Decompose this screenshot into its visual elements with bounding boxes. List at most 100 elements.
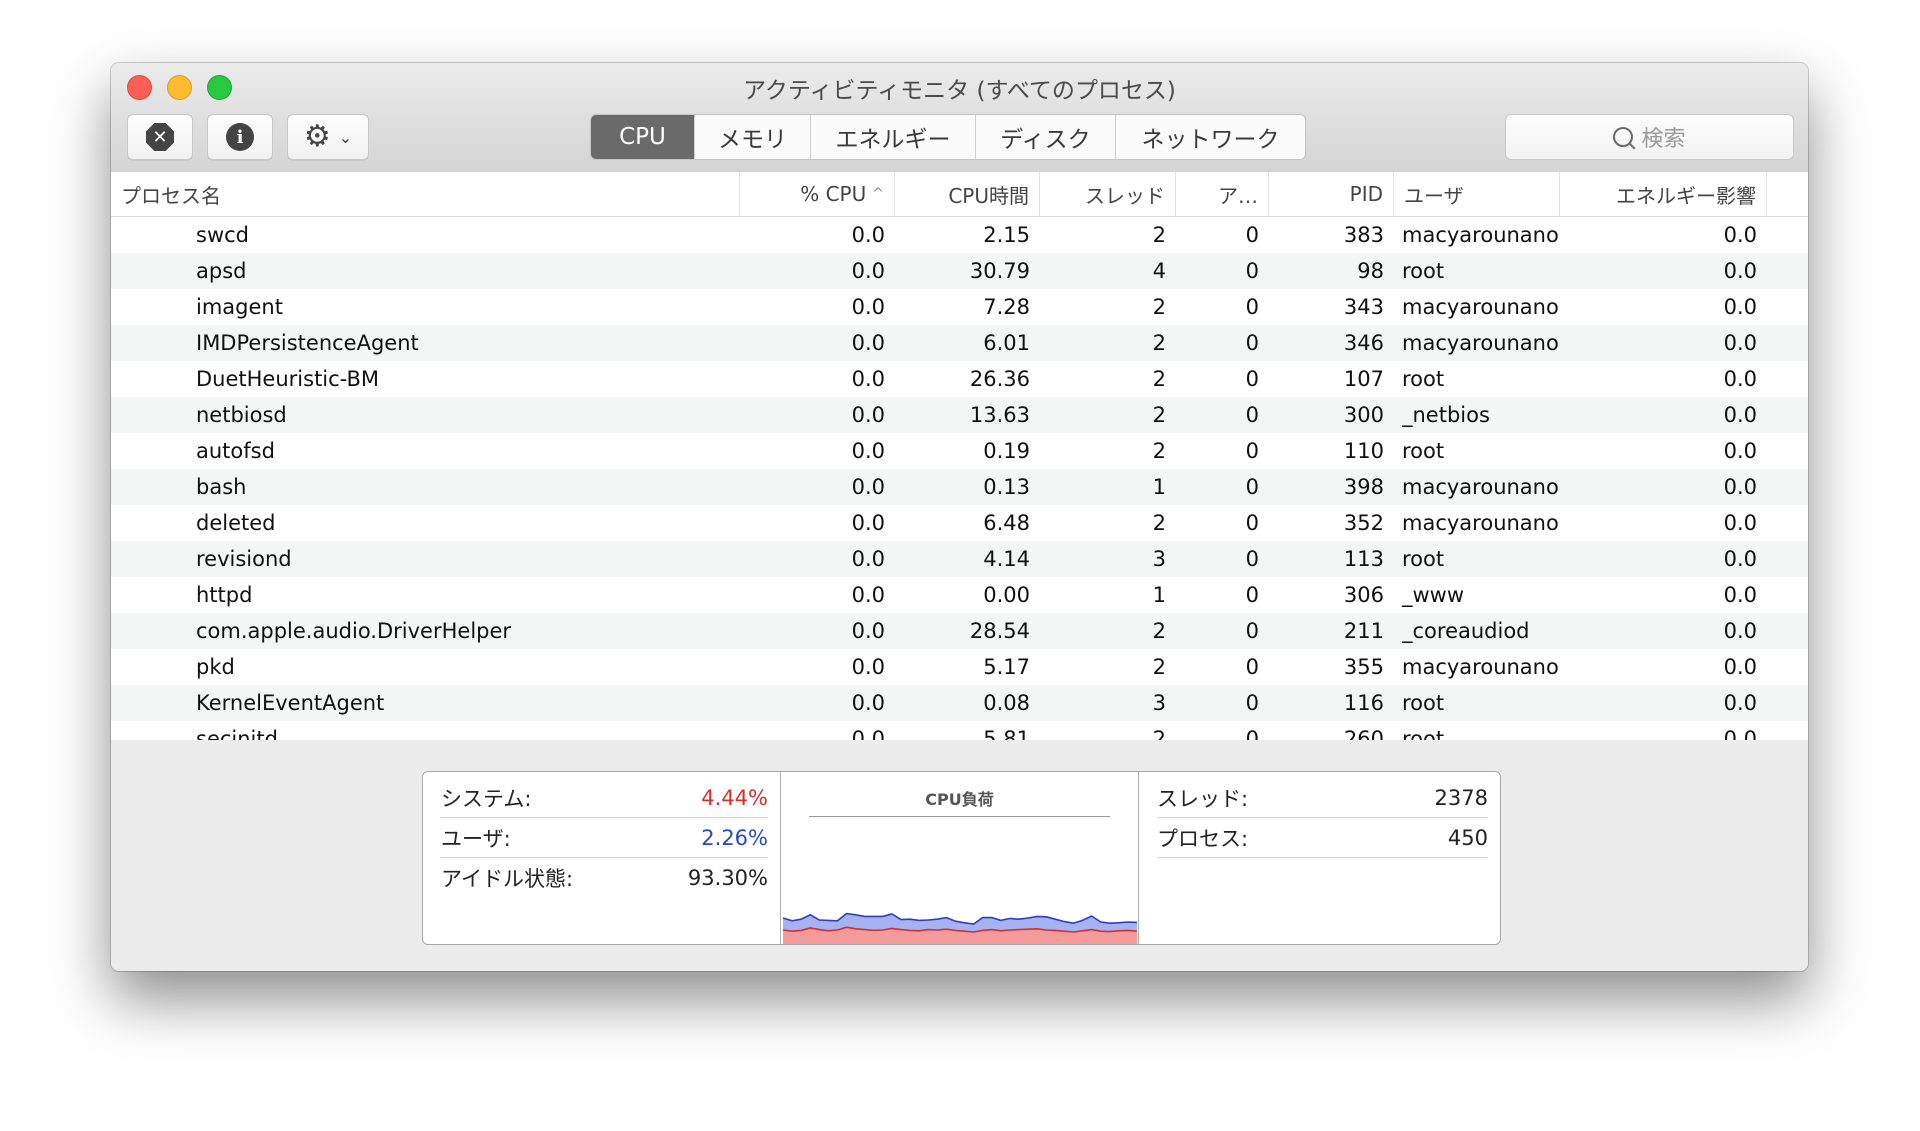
tab-energy[interactable]: エネルギー bbox=[810, 115, 975, 159]
cell-threads: 1 bbox=[1152, 475, 1166, 499]
info-icon: i bbox=[226, 123, 254, 151]
cell-energy-impact: 0.0 bbox=[1723, 547, 1757, 571]
table-row[interactable]: KernelEventAgent 0.0 0.08 3 0 116 root 0.0 bbox=[111, 685, 1808, 721]
table-row[interactable]: com.apple.audio.DriverHelper 0.0 28.54 2 0 21… bbox=[111, 613, 1808, 649]
cell-cpu-percent: 0.0 bbox=[851, 367, 885, 391]
cell-user: root bbox=[1402, 547, 1445, 571]
cpu-usage-panel: システム: 4.44% ユーザ: 2.26% アイドル状態: 93.30% bbox=[423, 772, 781, 944]
cell-energy-impact: 0.0 bbox=[1723, 583, 1757, 607]
table-row[interactable]: deleted 0.0 6.48 2 0 352 macyarounano 0.0 bbox=[111, 505, 1808, 541]
cell-cpu-percent: 0.0 bbox=[851, 619, 885, 643]
column-header-pid[interactable]: PID bbox=[1269, 172, 1394, 216]
cell-process-name: pkd bbox=[196, 655, 235, 679]
cell-cpu-time: 13.63 bbox=[969, 403, 1030, 427]
cell-pid: 110 bbox=[1343, 439, 1384, 463]
table-row[interactable]: secinitd 0.0 5.81 2 0 260 root 0.0 bbox=[111, 721, 1808, 742]
gear-icon: ⚙ bbox=[303, 119, 331, 154]
cell-threads: 2 bbox=[1152, 295, 1166, 319]
tab-cpu[interactable]: CPU bbox=[591, 115, 694, 159]
table-row[interactable]: bash 0.0 0.13 1 0 398 macyarounano 0.0 bbox=[111, 469, 1808, 505]
search-field[interactable]: 検索 bbox=[1505, 114, 1794, 160]
graph-divider bbox=[809, 816, 1110, 817]
cell-process-name: netbiosd bbox=[196, 403, 287, 427]
cell-pid: 398 bbox=[1343, 475, 1384, 499]
cell-threads: 2 bbox=[1152, 403, 1166, 427]
cell-threads: 2 bbox=[1152, 511, 1166, 535]
table-header: プロセス名 % CPU ^ CPU時間 スレッド ア… PID ユーザ エネルギ… bbox=[111, 172, 1808, 217]
category-tabs: CPU メモリ エネルギー ディスク ネットワーク bbox=[590, 114, 1306, 160]
cell-pid: 383 bbox=[1343, 223, 1384, 247]
table-row[interactable]: swcd 0.0 2.15 2 0 383 macyarounano 0.0 bbox=[111, 217, 1808, 253]
cell-cpu-time: 0.13 bbox=[983, 475, 1030, 499]
cell-pid: 300 bbox=[1343, 403, 1384, 427]
table-row[interactable]: IMDPersistenceAgent 0.0 6.01 2 0 346 macyaroun… bbox=[111, 325, 1808, 361]
inspect-process-button[interactable]: i bbox=[207, 114, 273, 160]
column-header-idle-wakeups[interactable]: ア… bbox=[1176, 172, 1269, 216]
tab-disk[interactable]: ディスク bbox=[975, 115, 1115, 159]
quit-process-button[interactable]: ✕ bbox=[127, 114, 193, 160]
action-menu-button[interactable]: ⚙ ⌄ bbox=[287, 114, 369, 160]
table-row[interactable]: imagent 0.0 7.28 2 0 343 macyarounano 0.0 bbox=[111, 289, 1808, 325]
cell-pid: 352 bbox=[1343, 511, 1384, 535]
search-placeholder: 検索 bbox=[1641, 127, 1686, 152]
cell-energy-impact: 0.0 bbox=[1723, 619, 1757, 643]
column-header-cpu-percent[interactable]: % CPU ^ bbox=[740, 172, 895, 216]
user-label: ユーザ: bbox=[441, 826, 511, 851]
cell-cpu-time: 4.14 bbox=[983, 547, 1030, 571]
cell-process-name: swcd bbox=[196, 223, 249, 247]
column-header-user[interactable]: ユーザ bbox=[1394, 172, 1560, 216]
cell-user: macyarounano bbox=[1402, 295, 1559, 319]
cell-user: macyarounano bbox=[1402, 475, 1559, 499]
search-icon bbox=[1613, 127, 1634, 147]
cell-pid: 343 bbox=[1343, 295, 1384, 319]
table-row[interactable]: netbiosd 0.0 13.63 2 0 300 _netbios 0.0 bbox=[111, 397, 1808, 433]
cell-cpu-percent: 0.0 bbox=[851, 403, 885, 427]
column-header-threads[interactable]: スレッド bbox=[1040, 172, 1176, 216]
cell-idle-wakeups: 0 bbox=[1245, 295, 1259, 319]
cell-energy-impact: 0.0 bbox=[1723, 223, 1757, 247]
table-row[interactable]: revisiond 0.0 4.14 3 0 113 root 0.0 bbox=[111, 541, 1808, 577]
table-row[interactable]: DuetHeuristic-BM 0.0 26.36 2 0 107 root 0.0 bbox=[111, 361, 1808, 397]
cell-user: macyarounano bbox=[1402, 511, 1559, 535]
cell-energy-impact: 0.0 bbox=[1723, 511, 1757, 535]
tab-memory[interactable]: メモリ bbox=[694, 115, 810, 159]
cell-cpu-time: 0.00 bbox=[983, 583, 1030, 607]
cell-threads: 2 bbox=[1152, 223, 1166, 247]
cell-cpu-time: 2.15 bbox=[983, 223, 1030, 247]
cell-user: _coreaudiod bbox=[1402, 619, 1530, 643]
cell-pid: 211 bbox=[1343, 619, 1384, 643]
cell-idle-wakeups: 0 bbox=[1245, 367, 1259, 391]
system-label: システム: bbox=[441, 786, 532, 811]
idle-row: アイドル状態: 93.30% bbox=[441, 858, 768, 897]
cell-pid: 107 bbox=[1343, 367, 1384, 391]
cell-user: macyarounano bbox=[1402, 655, 1559, 679]
cell-idle-wakeups: 0 bbox=[1245, 691, 1259, 715]
column-header-energy-impact[interactable]: エネルギー影響 bbox=[1560, 172, 1767, 216]
cell-cpu-percent: 0.0 bbox=[851, 511, 885, 535]
cell-energy-impact: 0.0 bbox=[1723, 691, 1757, 715]
table-row[interactable]: autofsd 0.0 0.19 2 0 110 root 0.0 bbox=[111, 433, 1808, 469]
cell-process-name: secinitd bbox=[196, 727, 278, 742]
table-row[interactable]: apsd 0.0 30.79 4 0 98 root 0.0 bbox=[111, 253, 1808, 289]
table-row[interactable]: httpd 0.0 0.00 1 0 306 _www 0.0 bbox=[111, 577, 1808, 613]
processes-value: 450 bbox=[1447, 825, 1488, 850]
cell-process-name: imagent bbox=[196, 295, 283, 319]
cell-user: root bbox=[1402, 259, 1445, 283]
threads-value: 2378 bbox=[1434, 785, 1488, 810]
column-header-cpu-time[interactable]: CPU時間 bbox=[895, 172, 1040, 216]
cell-user: root bbox=[1402, 439, 1445, 463]
cell-cpu-time: 6.01 bbox=[983, 331, 1030, 355]
cell-cpu-percent: 0.0 bbox=[851, 727, 885, 742]
cell-cpu-percent: 0.0 bbox=[851, 439, 885, 463]
cell-process-name: httpd bbox=[196, 583, 253, 607]
column-header-process-name[interactable]: プロセス名 bbox=[111, 172, 740, 216]
cell-process-name: revisiond bbox=[196, 547, 292, 571]
cell-energy-impact: 0.0 bbox=[1723, 727, 1757, 742]
cell-threads: 1 bbox=[1152, 583, 1166, 607]
cell-pid: 113 bbox=[1343, 547, 1384, 571]
cell-user: macyarounano bbox=[1402, 223, 1559, 247]
table-row[interactable]: pkd 0.0 5.17 2 0 355 macyarounano 0.0 bbox=[111, 649, 1808, 685]
sort-ascending-icon: ^ bbox=[872, 186, 884, 202]
tab-network[interactable]: ネットワーク bbox=[1115, 115, 1305, 159]
processes-row: プロセス: 450 bbox=[1157, 818, 1488, 858]
